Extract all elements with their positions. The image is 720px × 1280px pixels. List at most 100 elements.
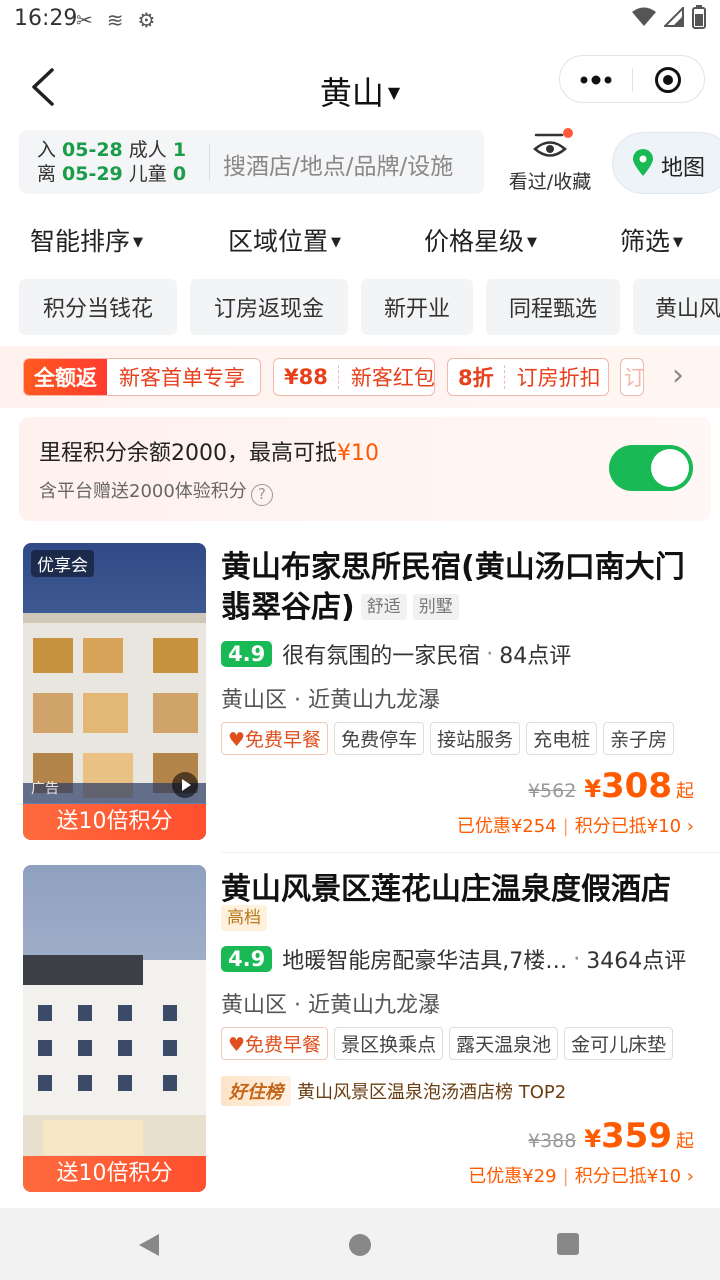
promo-coupon[interactable]: 8折 订房折扣: [447, 358, 609, 396]
amenity-label: 免费早餐: [245, 1034, 322, 1056]
more-icon[interactable]: [578, 72, 614, 88]
amenity-row: ♥免费早餐 景区换乘点 露天温泉池 金可儿床垫: [221, 1027, 674, 1060]
grade-tag: 高档: [221, 905, 267, 931]
tag-chip[interactable]: 黄山风: [633, 279, 720, 335]
play-icon[interactable]: [172, 772, 198, 798]
tag-chip[interactable]: 新开业: [361, 279, 473, 335]
original-price: ¥562: [527, 780, 577, 802]
points-balance: 里程积分余额2000，最高可抵¥10: [39, 435, 379, 467]
adult-count: 1: [172, 139, 187, 161]
promo-coupon[interactable]: ¥88 新客红包: [273, 358, 435, 396]
promo-coupon[interactable]: 订: [620, 358, 644, 396]
discount-line[interactable]: 已优惠¥29 | 积分已抵¥10 ›: [468, 1162, 694, 1188]
price-suffix: 起: [676, 781, 694, 802]
grade-row: 高档: [221, 905, 267, 932]
promo-text: 新客红包: [350, 366, 435, 390]
dot-separator: ·: [486, 641, 494, 667]
review-count: 3464点评: [586, 949, 687, 974]
sort-tab-label: 智能排序: [30, 227, 131, 256]
review-summary: 地暖智能房配豪华洁具,7楼…: [282, 949, 568, 974]
sort-tab-area[interactable]: 区域位置 ▼: [228, 222, 341, 258]
search-box[interactable]: 入 05-28 成人 1 离 05-29 儿童 0 搜酒店/地点/品牌/设施: [19, 130, 484, 194]
chevron-right-icon[interactable]: ›: [672, 358, 684, 393]
nav-back-icon[interactable]: [137, 1232, 161, 1258]
review-count: 84点评: [499, 644, 572, 669]
promo-bar: 全额返 新客首单专享 ¥88 新客红包 8折 订房折扣 订: [0, 346, 720, 408]
hotel-location: 黄山区 · 近黄山九龙瀑: [221, 993, 440, 1018]
child-count: 0: [172, 163, 187, 185]
date-guest-picker[interactable]: 入 05-28 成人 1 离 05-29 儿童 0: [37, 138, 186, 186]
promo-tag: 全额返: [24, 359, 107, 395]
wifi-icon: [632, 7, 656, 26]
sort-tab-label: 价格星级: [424, 227, 525, 256]
sort-filter-bar: 智能排序 ▼ 区域位置 ▼ 价格星级 ▼ 筛选 ▼: [0, 222, 720, 262]
nav-recents-icon[interactable]: [557, 1233, 579, 1255]
checkout-label: 离: [37, 163, 57, 185]
tag-chip[interactable]: 订房返现金: [190, 279, 348, 335]
checkin-date: 05-28: [62, 139, 123, 161]
price-suffix: 起: [676, 1131, 694, 1152]
sort-tab-filter[interactable]: 筛选 ▼: [620, 222, 683, 258]
map-button[interactable]: 地图: [612, 132, 720, 194]
hotel-image[interactable]: 送10倍积分: [23, 865, 206, 1192]
promo-coupon[interactable]: 全额返 新客首单专享: [23, 358, 261, 396]
search-divider: [209, 144, 210, 180]
tag-chip[interactable]: 同程甄选: [486, 279, 620, 335]
sort-tab-label: 区域位置: [228, 227, 329, 256]
price-line: ¥562 ¥ 308 起: [528, 766, 694, 806]
amenity-tag: 景区换乘点: [334, 1027, 444, 1060]
amenity-tag: 免费停车: [334, 722, 425, 755]
points-note-text: 含平台赠送2000体验积分: [39, 481, 247, 502]
sort-tab-label: 筛选: [620, 227, 671, 256]
toggle-knob: [651, 449, 689, 487]
tag-chip[interactable]: 积分当钱花: [19, 279, 177, 335]
system-nav-bar: [0, 1208, 720, 1280]
sort-tab-price[interactable]: 价格星级 ▼: [424, 222, 537, 258]
points-deduct: 积分已抵¥10: [574, 816, 682, 837]
status-time: 16:29: [14, 6, 78, 31]
points-toggle[interactable]: [609, 445, 693, 491]
hotel-image[interactable]: 优享会 广告 送10倍积分: [23, 543, 206, 840]
hotel-location: 黄山区 · 近黄山九龙瀑: [221, 688, 440, 713]
adult-label: 成人: [128, 139, 167, 161]
checkin-label: 入: [37, 139, 57, 161]
watched-label: 看过/收藏: [508, 171, 592, 193]
search-input[interactable]: 搜酒店/地点/品牌/设施: [223, 147, 453, 181]
chevron-right-icon: ›: [681, 1166, 694, 1187]
discount-amount: 已优惠¥29: [468, 1166, 557, 1187]
rating-line: 4.9 地暖智能房配豪华洁具,7楼… · 3464点评: [221, 943, 686, 975]
points-deduct: 积分已抵¥10: [574, 1166, 682, 1187]
data-saver-icon: ≋: [106, 8, 124, 32]
ranking-text: 黄山风景区温泉泡汤酒店榜 TOP2: [297, 1082, 567, 1103]
discount-amount: 已优惠¥254: [456, 816, 557, 837]
review-summary: 很有氛围的一家民宿: [282, 644, 481, 669]
close-miniapp-icon[interactable]: [654, 66, 682, 94]
checkout-date: 05-29: [62, 163, 123, 185]
points-card: 里程积分余额2000，最高可抵¥10 含平台赠送2000体验积分?: [19, 417, 711, 521]
hotel-name-text: 黄山风景区莲花山庄温泉度假酒店: [221, 872, 671, 907]
discount-line[interactable]: 已优惠¥254 | 积分已抵¥10 ›: [457, 812, 694, 838]
amenity-tag: 金可儿床垫: [564, 1027, 674, 1060]
sort-tab-smart[interactable]: 智能排序 ▼: [30, 222, 143, 258]
nav-home-icon[interactable]: [348, 1233, 372, 1257]
card-divider: [221, 852, 720, 853]
caret-down-icon: ▼: [387, 83, 401, 102]
amenity-tag: 接站服务: [430, 722, 521, 755]
score-badge: 4.9: [221, 946, 273, 972]
help-icon[interactable]: ?: [250, 484, 273, 506]
watched-favorites-button[interactable]: 看过/收藏: [500, 128, 600, 198]
status-icons-right: [632, 5, 706, 29]
points-strip: 送10倍积分: [23, 804, 206, 840]
notification-icon: ✂: [76, 8, 93, 32]
ranking-line[interactable]: 好住榜 黄山风景区温泉泡汤酒店榜 TOP2: [221, 1076, 566, 1106]
rating-line: 4.9 很有氛围的一家民宿 · 84点评: [221, 638, 571, 670]
points-max-amount: ¥10: [337, 441, 379, 466]
current-price: 308: [601, 766, 672, 806]
hotel-name[interactable]: 黄山风景区莲花山庄温泉度假酒店: [221, 870, 701, 910]
points-strip: 送10倍积分: [23, 1156, 206, 1192]
location-pin-icon: [633, 149, 653, 176]
promo-text: 订房折扣: [516, 366, 601, 390]
chevron-right-icon: ›: [681, 816, 694, 837]
hotel-name[interactable]: 黄山布家思所民宿(黄山汤口南大门翡翠谷店) 舒适 别墅: [221, 548, 701, 628]
price-line: ¥388 ¥ 359 起: [528, 1116, 694, 1156]
